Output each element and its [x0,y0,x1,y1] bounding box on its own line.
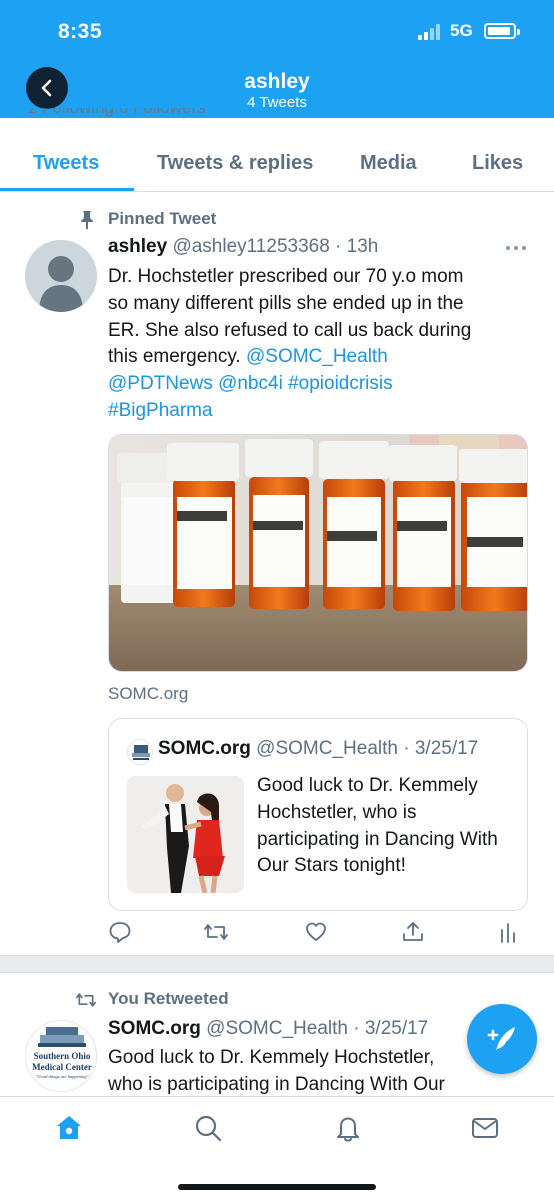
default-avatar-icon [25,240,97,312]
mention-somc-health[interactable]: @SOMC_Health [246,346,388,367]
hashtag-bigpharma[interactable]: #BigPharma [108,400,213,421]
compose-tweet-button[interactable] [467,1004,537,1074]
dancers-photo [127,776,244,893]
quoted-author-name: SOMC.org [158,738,251,759]
quoted-tweet-text: Good luck to Dr. Kemmely Hochstetler, wh… [257,775,498,877]
tweet-author-name[interactable]: ashley [108,236,167,257]
battery-icon [484,23,520,39]
tab-tweets[interactable]: Tweets [33,152,99,175]
retweet-icon[interactable] [203,920,229,944]
like-icon[interactable] [304,920,328,944]
active-tab-indicator [0,188,134,191]
mention-pdtnews[interactable]: @PDTNews [108,373,213,394]
tweet-actions [108,920,528,950]
more-options-icon[interactable] [505,244,527,252]
home-icon[interactable] [54,1113,84,1143]
home-indicator [178,1184,376,1190]
compose-feather-icon [487,1027,515,1051]
retweeted-label: You Retweeted [108,989,229,1008]
svg-text:Medical Center: Medical Center [32,1062,92,1072]
quoted-tweet-header: SOMC.org @SOMC_Health · 3/25/17 [158,738,479,759]
avatar[interactable] [25,240,97,312]
status-bar: 8:35 5G [0,18,554,48]
search-icon[interactable] [193,1113,223,1143]
analytics-icon[interactable] [498,920,518,944]
retweet-author-avatar[interactable]: Southern Ohio Medical Center "Good thing… [25,1020,97,1092]
tab-media[interactable]: Media [360,152,417,175]
retweet-date: 3/25/17 [364,1018,429,1039]
quoted-date: 3/25/17 [414,738,479,759]
tab-likes[interactable]: Likes [472,152,523,175]
signal-icon [418,24,444,40]
profile-tabs: Tweets Tweets & replies Media Likes [0,138,554,192]
pill-bottles-photo [109,435,527,671]
pinned-tweet-label: Pinned Tweet [108,209,217,228]
quoted-author-handle: @SOMC_Health [256,738,398,759]
tweet-header: ashley @ashley11253368 · 13h [108,236,379,257]
retweet-header: SOMC.org @SOMC_Health · 3/25/17 [108,1018,429,1039]
retweeted-icon [76,993,96,1007]
tab-tweets-replies[interactable]: Tweets & replies [157,152,313,175]
notifications-bell-icon[interactable] [333,1113,363,1143]
hashtag-opioidcrisis[interactable]: #opioidcrisis [288,373,393,394]
tweet-text: Dr. Hochstetler prescribed our 70 y.o mo… [108,266,472,421]
header-profile-name: ashley [244,70,310,93]
messages-envelope-icon[interactable] [470,1113,500,1143]
retweet-text: Good luck to Dr. Kemmely Hochstetler, wh… [108,1047,445,1095]
network-label: 5G [450,21,473,40]
svg-text:"Good things are happening": "Good things are happening" [36,1074,89,1079]
quoted-tweet[interactable]: SOMC.org @SOMC_Health · 3/25/17 Good luc… [108,718,528,911]
status-time: 8:35 [58,20,103,43]
profile-header: 8:35 5G ashley 4 Tweets [0,0,554,118]
follow-counts: 2 Following 0 Followers [28,108,206,122]
share-icon[interactable] [401,920,425,944]
svg-text:Southern Ohio: Southern Ohio [34,1051,91,1061]
reply-icon[interactable] [108,920,132,944]
retweet-author-name[interactable]: SOMC.org [108,1018,201,1039]
tweet-media-image[interactable] [108,434,528,672]
quoted-tweet-image [127,776,244,893]
mention-nbc4i[interactable]: @nbc4i [218,373,283,394]
tweet-divider [0,955,554,973]
tweet-time: 13h [346,236,379,257]
link-domain[interactable]: SOMC.org [108,684,188,704]
tweet-author-handle: @ashley11253368 [172,236,330,257]
somc-logo-icon [132,745,150,760]
retweet-author-handle: @SOMC_Health [206,1018,348,1039]
somc-logo: Southern Ohio Medical Center "Good thing… [26,1021,96,1091]
quoted-avatar [127,739,153,765]
pin-icon [81,211,93,229]
